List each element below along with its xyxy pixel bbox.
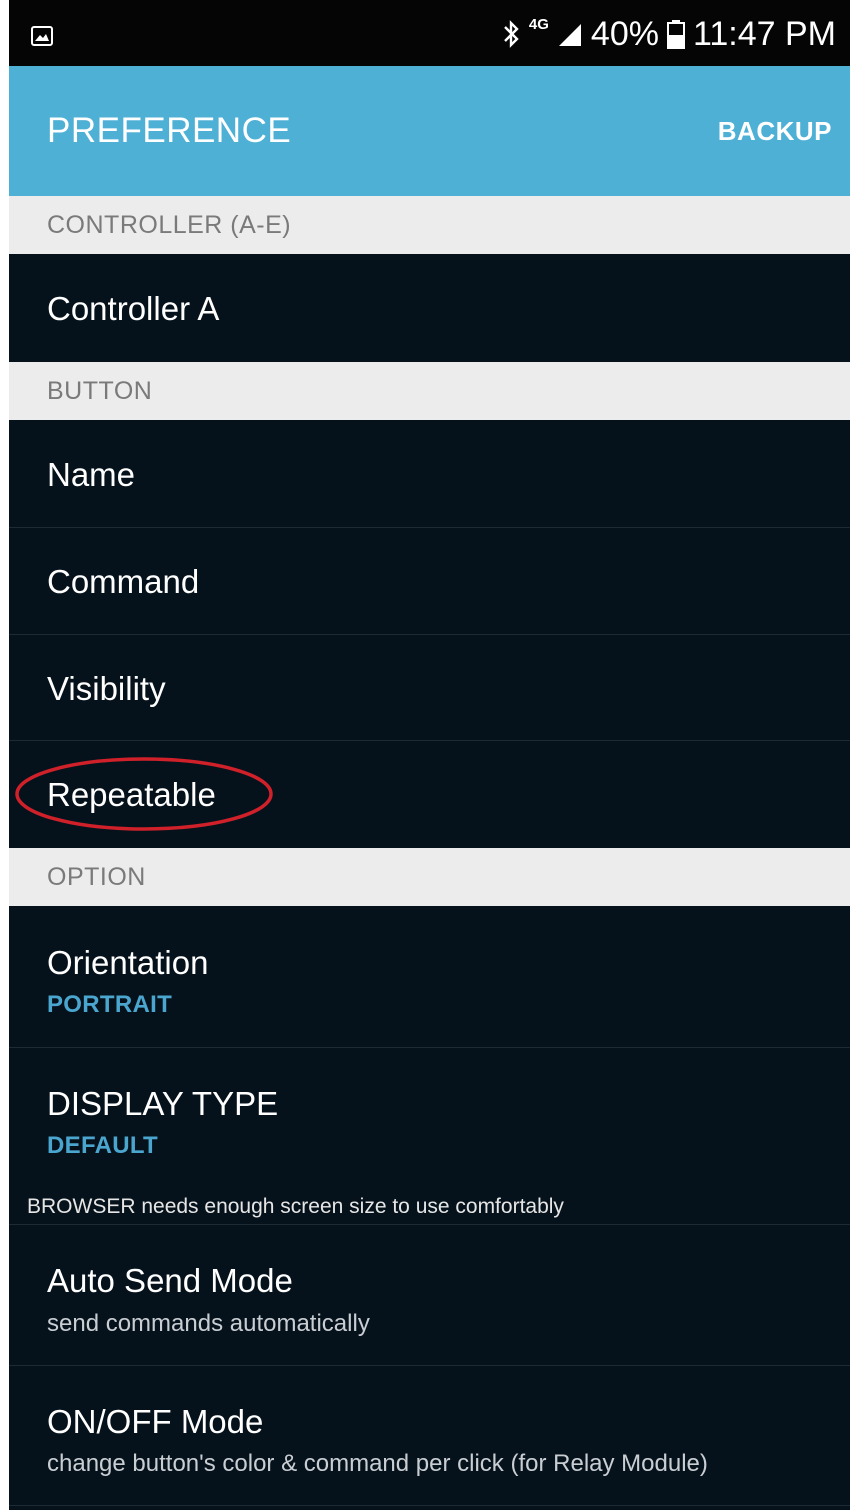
image-notification-icon [31,26,53,46]
pref-item-title: Auto Send Mode [47,1262,293,1299]
pref-item-title: Repeatable [47,776,216,813]
pref-item-controller-a[interactable]: Controller A [9,254,850,362]
pref-item-title: DISPLAY TYPE [47,1085,279,1122]
status-time: 11:47 PM [692,14,836,53]
pref-item-note: BROWSER needs enough screen size to use … [27,1195,564,1218]
backup-button[interactable]: BACKUP [718,116,832,147]
section-header-button: BUTTON [9,362,850,420]
pref-item-summary: PORTRAIT [47,991,173,1018]
app-bar: PREFERENCE BACKUP [9,66,850,196]
pref-item-on-off-mode[interactable]: ON/OFF Mode change button's color & comm… [9,1366,850,1506]
pref-item-title: ON/OFF Mode [47,1403,264,1440]
pref-item-summary: change button's color & command per clic… [47,1450,708,1477]
section-header-option: OPTION [9,848,850,906]
pref-item-auto-send-mode[interactable]: Auto Send Mode send commands automatical… [9,1225,850,1366]
pref-item-visibility[interactable]: Visibility [9,635,850,741]
pref-item-name[interactable]: Name [9,420,850,528]
signal-icon [557,20,583,48]
pref-item-title: Visibility [47,670,166,707]
pref-item-title: Orientation [47,944,209,981]
pref-item-orientation[interactable]: Orientation PORTRAIT [9,906,850,1048]
pref-item-title: Command [47,563,200,600]
pref-item-repeatable[interactable]: Repeatable [9,741,850,848]
pref-item-title: Name [47,456,136,493]
section-header-controller: CONTROLLER (A-E) [9,196,850,254]
pref-item-summary: DEFAULT [47,1132,158,1159]
network-type-label: 4G [528,16,549,33]
status-icons: 4G 40% 11:47 PM [501,12,836,56]
battery-percent: 40% [590,14,659,53]
bluetooth-icon [501,19,521,49]
page-title: PREFERENCE [47,111,292,150]
pref-item-title: Controller A [47,290,220,327]
pref-item-command[interactable]: Command [9,528,850,635]
pref-item-display-type[interactable]: DISPLAY TYPE DEFAULT BROWSER needs enoug… [9,1048,850,1225]
battery-icon [666,19,685,49]
preference-screen: 4G 40% 11:47 PM PREFERENCE BACKUP CONTRO… [9,0,850,1510]
pref-item-summary: send commands automatically [47,1310,370,1337]
status-bar: 4G 40% 11:47 PM [9,0,850,66]
